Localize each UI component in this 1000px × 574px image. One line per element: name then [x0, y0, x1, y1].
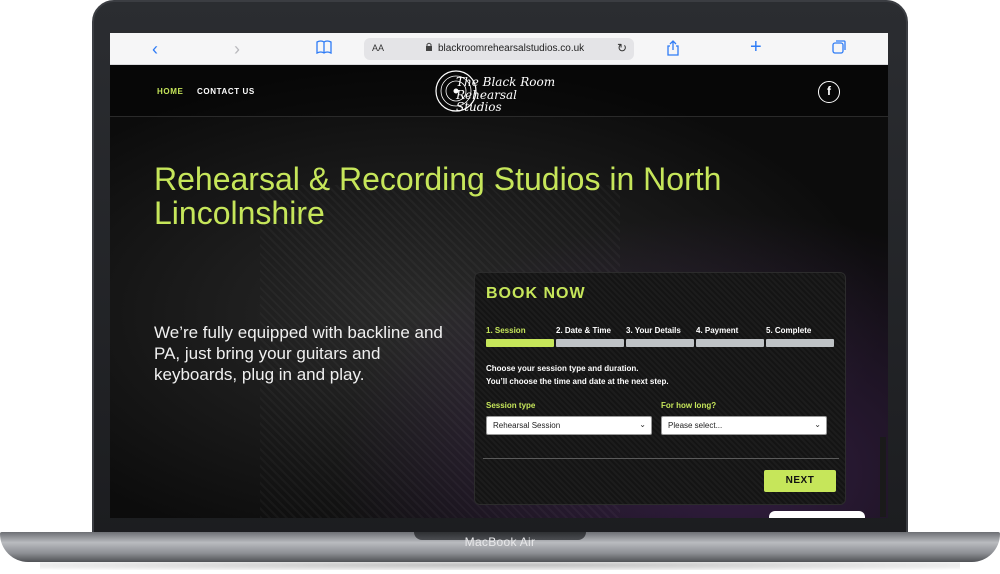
- session-type-select[interactable]: Rehearsal Session ⌄: [486, 416, 652, 435]
- tabs-icon[interactable]: [832, 40, 846, 58]
- progress-segment: [766, 339, 834, 347]
- nav-contact-link[interactable]: CONTACT US: [197, 87, 255, 96]
- logo[interactable]: The Black Room Rehearsal Studios: [434, 69, 564, 113]
- chevron-down-icon: ⌄: [639, 420, 646, 429]
- scrollbar[interactable]: [880, 437, 886, 517]
- session-type-value: Rehearsal Session: [493, 421, 561, 430]
- logo-line-1: The Black Room: [456, 75, 556, 89]
- chevron-left-icon[interactable]: ‹: [152, 40, 158, 58]
- lock-icon: [425, 42, 433, 55]
- step-your-details: 3. Your Details: [626, 326, 681, 335]
- nav-home-link[interactable]: HOME: [157, 87, 183, 96]
- booking-instructions: Choose your session type and duration. Y…: [486, 362, 669, 388]
- hero-title: Rehearsal & Recording Studios in North L…: [154, 161, 722, 231]
- chat-widget-tab[interactable]: [769, 511, 865, 518]
- logo-line-2: Rehearsal Studios: [456, 88, 518, 114]
- site-header: HOME CONTACT US The Black Room Rehearsal…: [110, 65, 888, 117]
- step-session: 1. Session: [486, 326, 526, 335]
- booking-title: BOOK NOW: [486, 285, 586, 302]
- step-complete: 5. Complete: [766, 326, 812, 335]
- progress-segment: [696, 339, 764, 347]
- progress-segment: [556, 339, 624, 347]
- website: HOME CONTACT US The Black Room Rehearsal…: [110, 65, 888, 518]
- device-label: MacBook Air: [464, 535, 536, 549]
- duration-value: Please select...: [668, 421, 723, 430]
- hero-body: We’re fully equipped with backline and P…: [154, 323, 443, 384]
- share-icon[interactable]: [666, 40, 680, 58]
- browser-toolbar: ‹ › AA blackroomrehearsalstudios.co.uk ↻…: [110, 33, 888, 65]
- instructions-line-1: Choose your session type and duration.: [486, 364, 639, 373]
- chevron-down-icon: ⌄: [814, 420, 821, 429]
- booking-panel: BOOK NOW 1. Session 2. Date & Time 3. Yo…: [474, 272, 846, 505]
- url-text: blackroomrehearsalstudios.co.uk: [438, 43, 585, 54]
- facebook-icon[interactable]: f: [818, 81, 840, 103]
- chevron-right-icon[interactable]: ›: [234, 40, 240, 58]
- plus-icon[interactable]: +: [750, 37, 762, 57]
- book-icon[interactable]: [316, 40, 332, 58]
- duration-select[interactable]: Please select... ⌄: [661, 416, 827, 435]
- address-bar[interactable]: AA blackroomrehearsalstudios.co.uk ↻: [364, 38, 634, 60]
- duration-label: For how long?: [661, 401, 717, 410]
- divider: [483, 458, 839, 459]
- session-type-label: Session type: [486, 401, 536, 410]
- progress-segment: [626, 339, 694, 347]
- screen: ‹ › AA blackroomrehearsalstudios.co.uk ↻…: [110, 33, 888, 518]
- progress-segment: [486, 339, 554, 347]
- instructions-line-2: You’ll choose the time and date at the n…: [486, 377, 669, 386]
- step-payment: 4. Payment: [696, 326, 739, 335]
- reload-icon[interactable]: ↻: [617, 41, 627, 55]
- text-size-button[interactable]: AA: [372, 43, 384, 53]
- step-date-time: 2. Date & Time: [556, 326, 611, 335]
- next-button[interactable]: NEXT: [764, 470, 836, 492]
